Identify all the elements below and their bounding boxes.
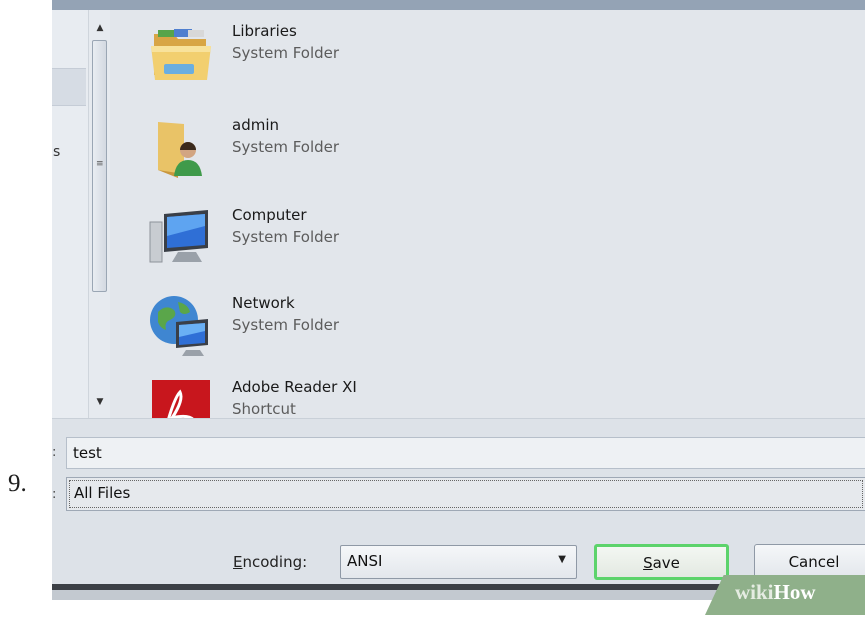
encoding-label: Encoding: [233,553,308,571]
file-type: Shortcut [232,400,296,418]
list-item[interactable]: Network System Folder [110,292,510,372]
file-list: Libraries System Folder admin System Fol… [110,10,865,442]
wikihow-watermark: wikiHow [735,580,816,604]
filetype-label-fragment: : [52,487,57,502]
filetype-value: All Files [69,480,863,508]
network-icon [150,296,208,356]
list-item[interactable]: admin System Folder [110,114,510,194]
filename-label-fragment: : [52,445,57,460]
nav-item-label[interactable]: s [53,144,60,160]
file-type: System Folder [232,316,340,334]
nav-selected-item[interactable] [52,68,86,106]
save-as-dialog: s ▲ ≡ ▼ Libraries System Folder admin Sy… [52,0,865,600]
file-type: System Folder [232,44,340,62]
file-name: admin [232,116,279,134]
dialog-top-bar [52,0,865,10]
libraries-folder-icon [151,29,211,80]
user-folder-icon [158,122,202,178]
file-name: Libraries [232,22,297,40]
file-type: System Folder [232,138,340,156]
grip-icon: ≡ [96,159,103,169]
file-name: Computer [232,206,307,224]
encoding-select[interactable]: ANSI ▼ [340,545,577,579]
list-item[interactable]: Computer System Folder [110,204,510,284]
file-name: Adobe Reader XI [232,378,357,396]
save-button[interactable]: Save [594,544,729,580]
scroll-up-icon[interactable]: ▲ [89,20,111,36]
step-number: 9. [8,470,27,497]
vertical-scrollbar[interactable]: ▲ ≡ ▼ [88,10,111,418]
save-form: : test : All Files Encoding: ANSI ▼ Save… [52,418,865,600]
file-type: System Folder [232,228,340,246]
scroll-down-icon[interactable]: ▼ [89,394,111,410]
filetype-select[interactable]: All Files [66,477,865,511]
scroll-thumb[interactable]: ≡ [92,40,107,292]
dropdown-arrow-icon: ▼ [558,554,566,565]
encoding-value: ANSI [347,552,383,570]
file-name: Network [232,294,295,312]
navigation-pane: s [52,10,88,418]
list-item[interactable]: Libraries System Folder [110,20,510,100]
computer-icon [149,210,208,263]
filename-input[interactable]: test [66,437,865,469]
